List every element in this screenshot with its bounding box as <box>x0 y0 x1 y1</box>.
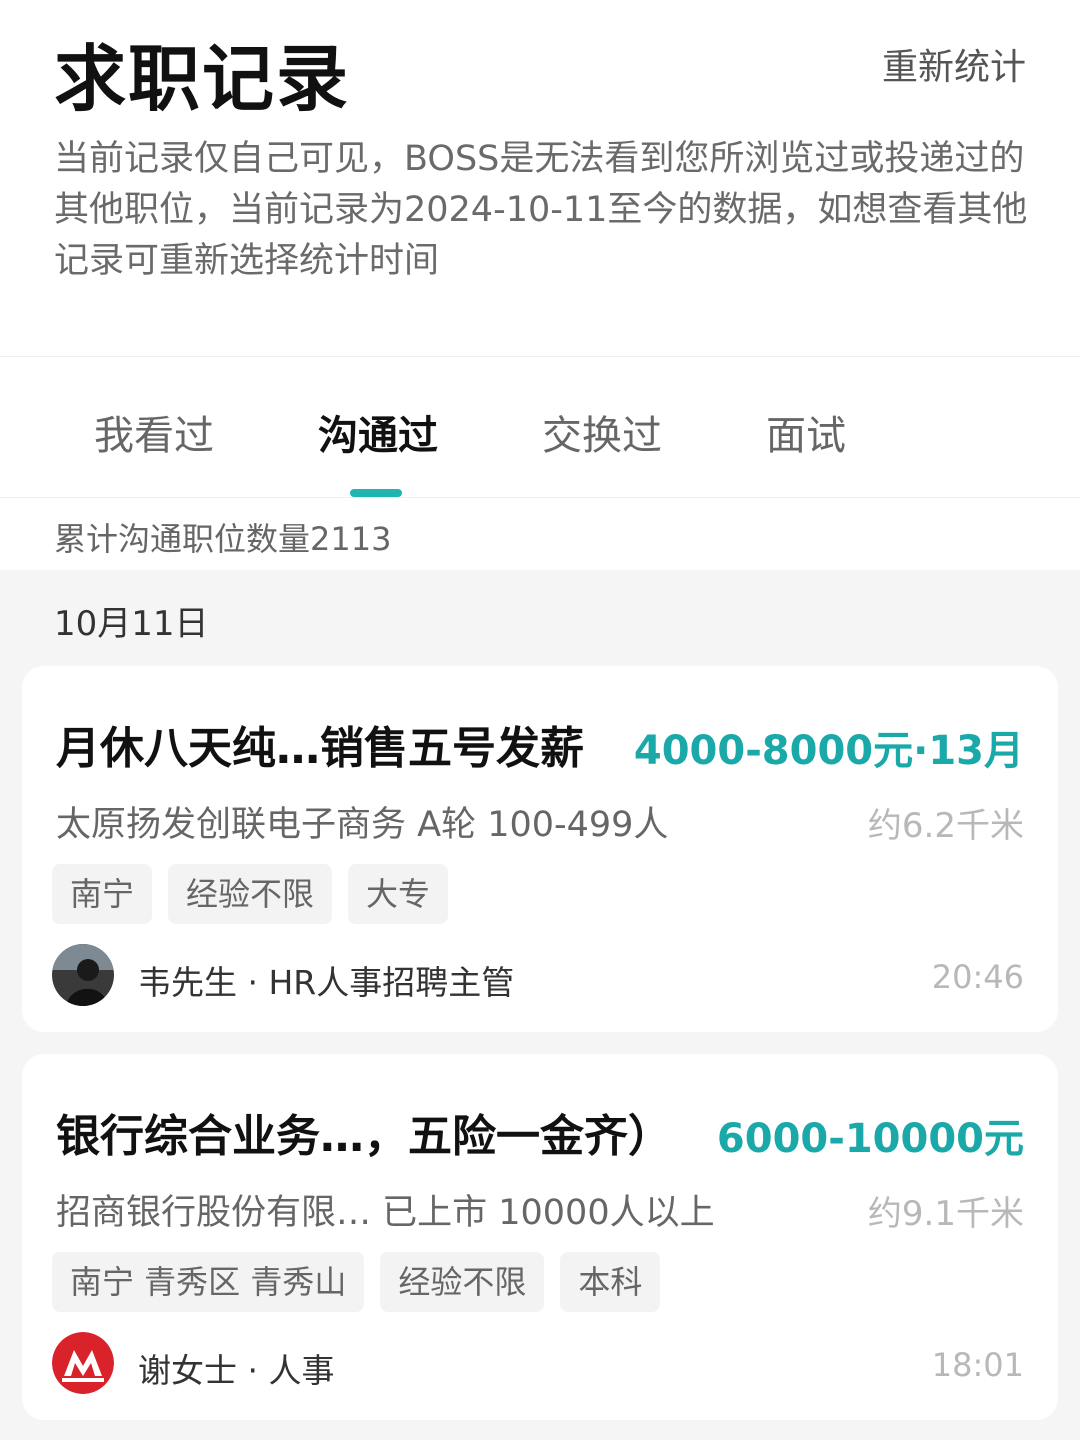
communicated-count: 累计沟通职位数量2113 <box>54 520 392 558</box>
person-photo-icon <box>52 944 114 1006</box>
job-distance: 约6.2千米 <box>867 806 1024 846</box>
tag-education: 大专 <box>348 864 449 924</box>
job-title: 银行综合业务…，五险一金齐） <box>56 1111 672 1162</box>
chat-time: 20:46 <box>931 958 1024 996</box>
job-tags: 南宁 经验不限 大专 <box>52 864 449 924</box>
job-title: 月休八天纯…销售五号发薪 <box>56 723 584 774</box>
job-card[interactable]: 银行综合业务…，五险一金齐） 6000-10000元 招商银行股份有限… 已上市… <box>22 1054 1058 1420</box>
job-tags: 南宁 青秀区 青秀山 经验不限 本科 <box>52 1252 661 1312</box>
page-title: 求职记录 <box>54 37 351 121</box>
cmb-logo-icon <box>52 1332 114 1394</box>
summary-bar: 累计沟通职位数量2113 <box>0 498 1080 570</box>
recruiter-info: 韦先生 · HR人事招聘主管 <box>138 963 515 1002</box>
active-tab-indicator <box>350 489 402 497</box>
tag-experience: 经验不限 <box>380 1252 545 1312</box>
tag-location: 南宁 青秀区 青秀山 <box>52 1252 365 1312</box>
tab-interview[interactable]: 面试 <box>766 403 846 461</box>
job-salary: 4000-8000元·13月 <box>633 728 1024 774</box>
job-card[interactable]: 月休八天纯…销售五号发薪 4000-8000元·13月 太原扬发创联电子商务 A… <box>22 666 1058 1032</box>
restat-button[interactable]: 重新统计 <box>882 38 1026 90</box>
tab-exchanged[interactable]: 交换过 <box>542 403 662 461</box>
tab-bar: 我看过 沟通过 交换过 面试 <box>0 356 1080 498</box>
chat-time: 18:01 <box>931 1346 1024 1384</box>
tag-education: 本科 <box>560 1252 661 1312</box>
date-label: 10月11日 <box>54 604 209 644</box>
record-description: 当前记录仅自己可见，BOSS是无法看到您所浏览过或投递过的其他职位，当前记录为2… <box>54 139 1028 281</box>
company-info: 招商银行股份有限… 已上市 10000人以上 <box>56 1193 715 1233</box>
company-info: 太原扬发创联电子商务 A轮 100-499人 <box>56 805 669 845</box>
header-section: 求职记录 重新统计 当前记录仅自己可见，BOSS是无法看到您所浏览过或投递过的其… <box>0 0 1080 356</box>
tag-location: 南宁 <box>52 864 153 924</box>
job-salary: 6000-10000元 <box>716 1116 1024 1162</box>
tag-experience: 经验不限 <box>168 864 333 924</box>
recruiter-info: 谢女士 · 人事 <box>138 1351 335 1390</box>
tab-viewed[interactable]: 我看过 <box>94 403 214 461</box>
date-group-header: 10月11日 <box>0 570 1080 662</box>
tab-communicated[interactable]: 沟通过 <box>318 403 438 461</box>
job-distance: 约9.1千米 <box>867 1194 1024 1234</box>
